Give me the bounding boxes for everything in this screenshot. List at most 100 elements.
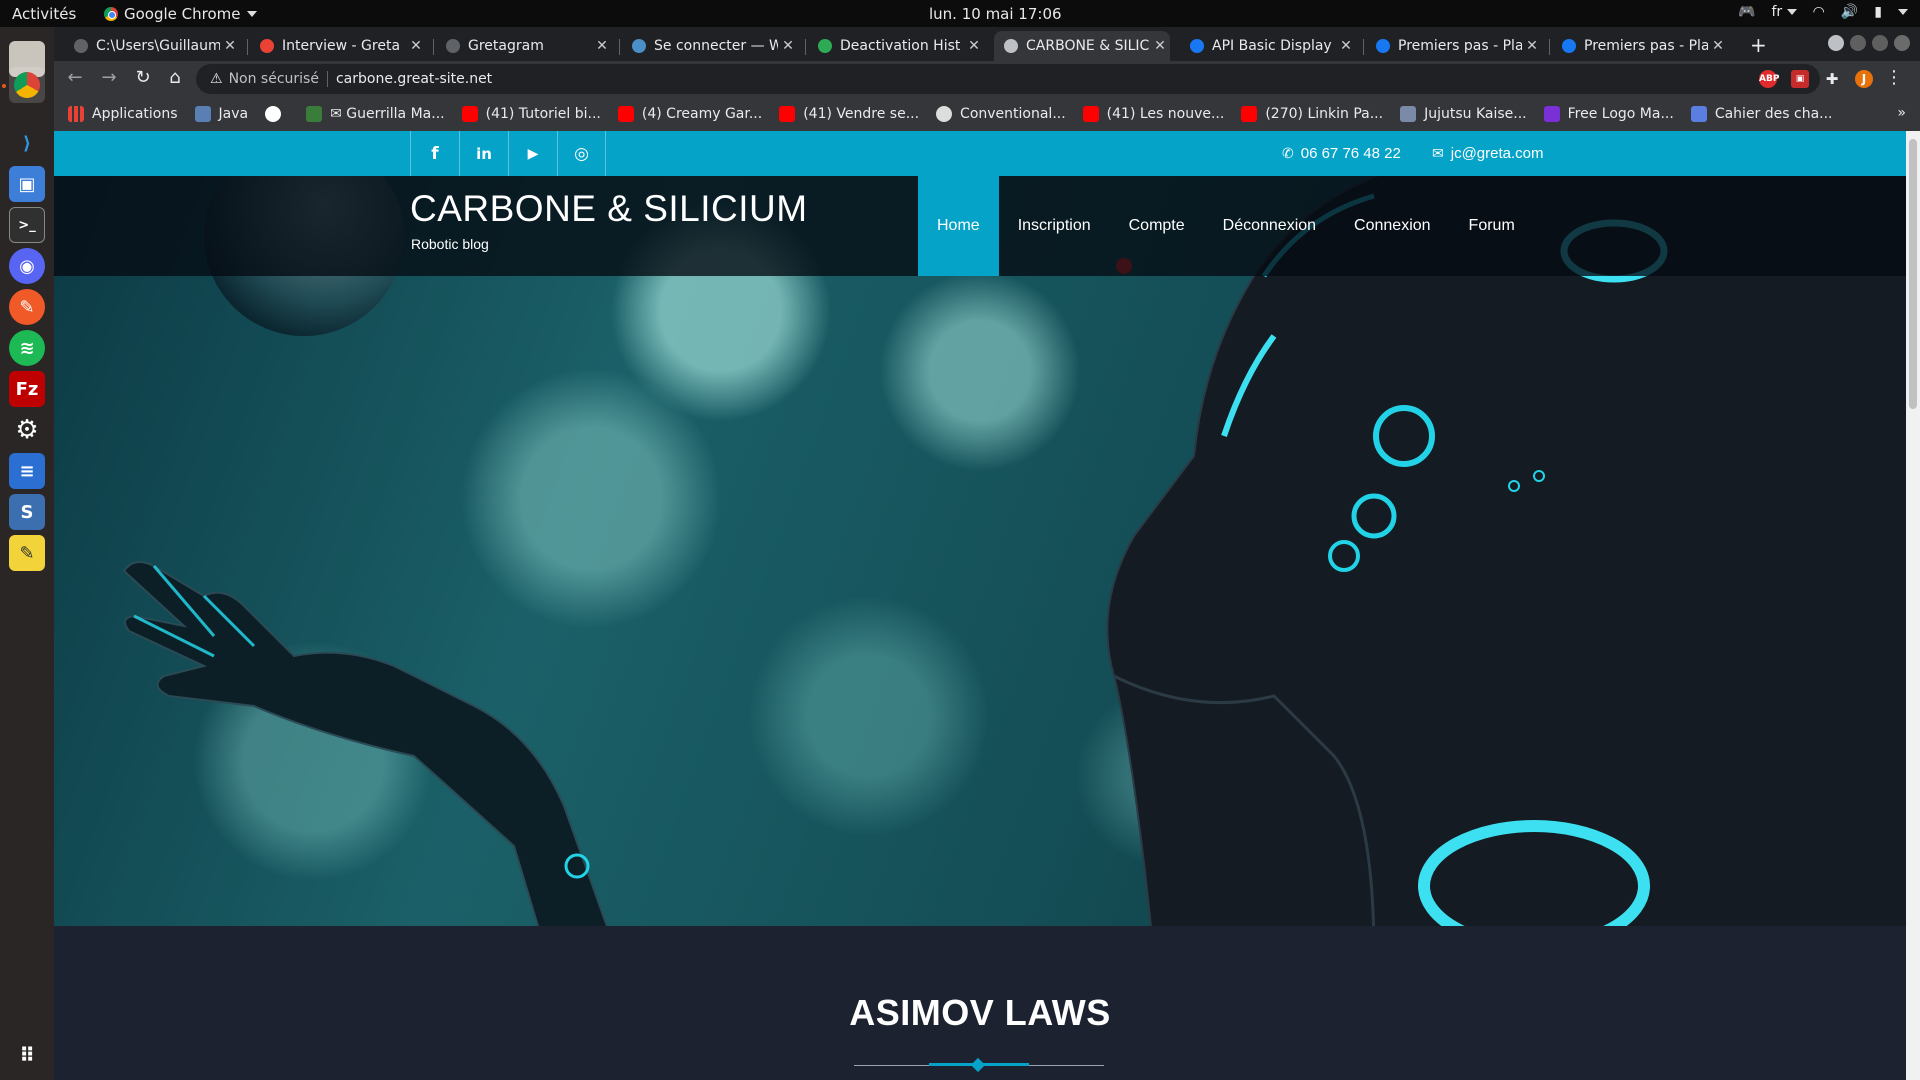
remmina-icon[interactable]: S xyxy=(9,494,45,530)
bookmark-item[interactable]: Free Logo Ma... xyxy=(1543,106,1674,122)
writer-icon[interactable]: ≡ xyxy=(9,453,45,489)
nav-inscription[interactable]: Inscription xyxy=(999,176,1110,276)
software-center-icon[interactable]: ▣ xyxy=(9,166,45,202)
system-tray[interactable]: 🎮 fr ◠ 🔊 ▮ xyxy=(1738,4,1908,20)
close-tab-icon[interactable]: ✕ xyxy=(592,38,612,54)
bookmark-item[interactable]: Conventional... xyxy=(936,106,1066,122)
robot-hand-illustration xyxy=(122,561,608,926)
site-title[interactable]: CARBONE & SILICIUM xyxy=(410,188,808,230)
reload-icon[interactable]: ↻ xyxy=(132,67,154,89)
site-header: CARBONE & SILICIUM Robotic blog Home Ins… xyxy=(54,176,1906,276)
close-tab-icon[interactable]: ✕ xyxy=(1150,38,1170,54)
scrollbar-thumb[interactable] xyxy=(1909,139,1917,409)
close-tab-icon[interactable]: ✕ xyxy=(1336,38,1356,54)
tab[interactable]: Premiers pas - Pla ✕ xyxy=(1366,31,1542,61)
discord-icon[interactable]: ◉ xyxy=(9,248,45,284)
bookmark-item[interactable]: (270) Linkin Pa... xyxy=(1241,106,1383,122)
more-menu-icon[interactable]: ⋮ xyxy=(1883,67,1905,89)
tab[interactable]: Se connecter — W ✕ xyxy=(622,31,798,61)
extension-icon[interactable]: ▣ xyxy=(1791,70,1809,88)
youtube-icon xyxy=(1082,106,1099,122)
settings-gear-icon[interactable]: ⚙ xyxy=(9,412,45,448)
home-icon[interactable]: ⌂ xyxy=(164,67,186,89)
tab[interactable]: Interview - Greta ✕ xyxy=(250,31,426,61)
bookmark-item[interactable]: (41) Les nouve... xyxy=(1082,106,1224,122)
nav-forum[interactable]: Forum xyxy=(1450,176,1534,276)
system-menu-chevron-icon[interactable] xyxy=(1898,9,1908,15)
new-tab-button[interactable]: + xyxy=(1750,33,1767,57)
linkedin-icon[interactable]: in xyxy=(459,131,508,176)
minimize-button[interactable] xyxy=(1850,35,1866,51)
discord-tray-icon[interactable]: 🎮 xyxy=(1738,4,1755,20)
language-indicator[interactable]: fr xyxy=(1771,4,1797,20)
tab-active[interactable]: CARBONE & SILIC ✕ xyxy=(994,31,1170,61)
bookmark-item[interactable]: Java xyxy=(194,106,248,122)
tab[interactable]: API Basic Display ✕ xyxy=(1180,31,1356,61)
youtube-icon xyxy=(1241,106,1258,122)
section-heading: ASIMOV LAWS xyxy=(849,992,1111,1033)
bookmark-apps[interactable]: Applications xyxy=(68,106,178,122)
ubuntu-dock: ⟩ ▣ >_ ◉ ✎ ≋ Fz ⚙ ≡ S ✎ ⠿ xyxy=(0,27,54,1080)
bookmark-item[interactable]: ✉ Guerrilla Ma... xyxy=(306,106,445,122)
github-icon xyxy=(265,106,282,122)
page-scrollbar[interactable] xyxy=(1906,131,1920,1080)
close-tab-icon[interactable]: ✕ xyxy=(1708,38,1728,54)
postman-icon[interactable]: ✎ xyxy=(9,289,45,325)
adblock-extension-icon[interactable]: ABP xyxy=(1759,70,1779,88)
bookmark-github[interactable] xyxy=(265,106,289,122)
close-tab-icon[interactable]: ✕ xyxy=(220,38,240,54)
youtube-icon xyxy=(461,106,478,122)
url-text[interactable]: carbone.great-site.net xyxy=(336,71,492,87)
profile-avatar[interactable]: J xyxy=(1855,70,1873,88)
close-tab-icon[interactable]: ✕ xyxy=(1522,38,1542,54)
chrome-dock-icon[interactable] xyxy=(9,67,45,103)
security-label[interactable]: Non sécurisé xyxy=(229,71,319,87)
bookmark-item[interactable]: (41) Vendre se... xyxy=(779,106,919,122)
spotify-icon[interactable]: ≋ xyxy=(9,330,45,366)
facebook-icon[interactable]: f xyxy=(410,131,459,176)
show-applications-icon[interactable]: ⠿ xyxy=(9,1037,45,1073)
back-icon[interactable]: ← xyxy=(64,67,86,89)
activities-button[interactable]: Activités xyxy=(12,5,76,23)
globe-icon xyxy=(936,106,953,122)
battery-icon: ▮ xyxy=(1874,4,1882,20)
bookmark-item[interactable]: (4) Creamy Gar... xyxy=(617,106,762,122)
site-top-bar: f in ▶ ◎ ✆ 06 67 76 48 22 ✉ jc@greta.com xyxy=(54,131,1906,176)
bookmark-item[interactable]: Jujutsu Kaise... xyxy=(1400,106,1527,122)
bookmark-item[interactable]: (41) Tutoriel bi... xyxy=(461,106,601,122)
tab[interactable]: C:\Users\Guillaum ✕ xyxy=(64,31,240,61)
close-tab-icon[interactable]: ✕ xyxy=(778,38,798,54)
close-tab-icon[interactable]: ✕ xyxy=(964,38,984,54)
extensions-puzzle-icon[interactable]: ✚ xyxy=(1823,70,1841,88)
app-menu[interactable]: Google Chrome xyxy=(104,5,257,23)
filezilla-icon[interactable]: Fz xyxy=(9,371,45,407)
envelope-icon: ✉ xyxy=(1432,145,1444,161)
tab-search-icon[interactable] xyxy=(1828,35,1844,51)
contact-email[interactable]: ✉ jc@greta.com xyxy=(1432,145,1544,162)
instagram-icon[interactable]: ◎ xyxy=(557,131,606,176)
vscode-icon[interactable]: ⟩ xyxy=(9,125,45,161)
address-bar[interactable]: ⚠ Non sécurisé carbone.great-site.net ☆ xyxy=(196,64,1820,94)
bookmarks-overflow-icon[interactable]: » xyxy=(1897,105,1906,121)
running-indicator xyxy=(2,84,6,88)
bookmark-item[interactable]: Cahier des cha... xyxy=(1690,106,1833,122)
maximize-button[interactable] xyxy=(1872,35,1888,51)
contact-phone[interactable]: ✆ 06 67 76 48 22 xyxy=(1282,145,1401,162)
tab[interactable]: Gretagram ✕ xyxy=(436,31,612,61)
terminal-icon[interactable]: >_ xyxy=(9,207,45,243)
forward-icon[interactable]: → xyxy=(98,67,120,89)
close-window-button[interactable] xyxy=(1894,35,1910,51)
warning-icon[interactable]: ⚠ xyxy=(210,71,223,87)
section-divider xyxy=(854,1057,1104,1073)
youtube-icon[interactable]: ▶ xyxy=(508,131,557,176)
nav-connexion[interactable]: Connexion xyxy=(1335,176,1450,276)
nav-deconnexion[interactable]: Déconnexion xyxy=(1204,176,1335,276)
tab[interactable]: Premiers pas - Pla ✕ xyxy=(1552,31,1728,61)
close-tab-icon[interactable]: ✕ xyxy=(406,38,426,54)
clock[interactable]: lun. 10 mai 17:06 xyxy=(929,5,1062,23)
text-editor-icon[interactable]: ✎ xyxy=(9,535,45,571)
nav-home[interactable]: Home xyxy=(918,176,999,276)
tab[interactable]: Deactivation Hist ✕ xyxy=(808,31,984,61)
nav-compte[interactable]: Compte xyxy=(1110,176,1204,276)
site-tagline: Robotic blog xyxy=(411,236,489,252)
